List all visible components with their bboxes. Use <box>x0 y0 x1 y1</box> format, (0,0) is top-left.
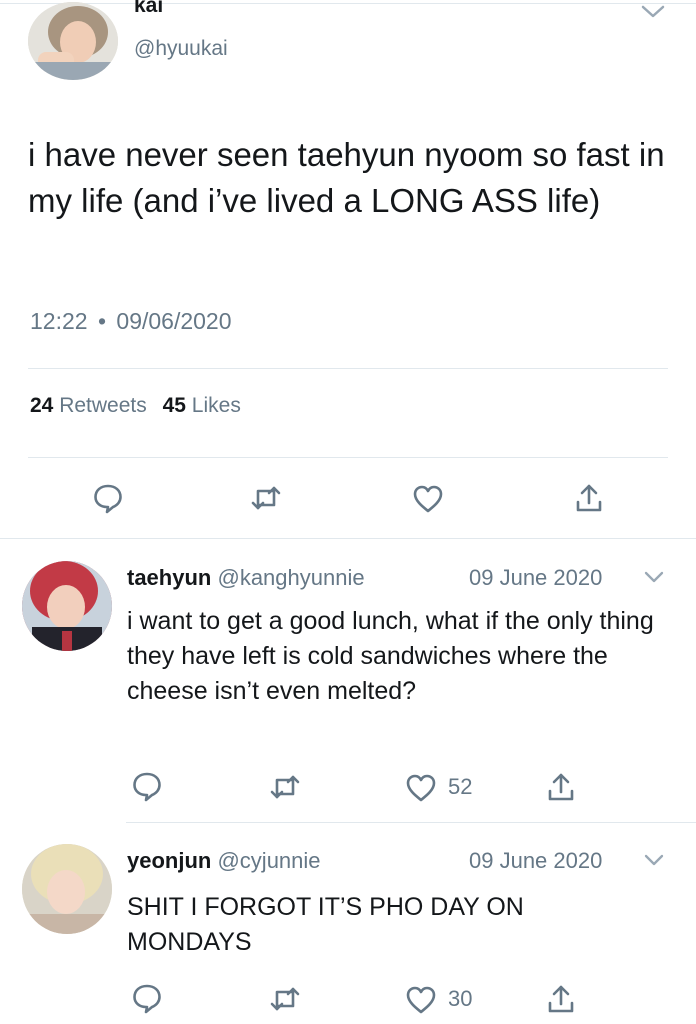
divider <box>28 457 668 458</box>
tweet-timestamp: 12:22 • 09/06/2020 <box>30 306 232 336</box>
tweet-time: 12:22 <box>30 308 88 334</box>
likes-label[interactable]: Likes <box>192 394 241 417</box>
retweet-count[interactable]: 24 <box>30 394 53 417</box>
reply-icon[interactable] <box>92 482 124 514</box>
like-count: 52 <box>448 774 473 799</box>
retweets-label[interactable]: Retweets <box>59 394 147 417</box>
share-icon[interactable] <box>546 983 576 1015</box>
separator-dot: • <box>97 308 107 334</box>
retweet-icon[interactable] <box>268 773 302 801</box>
share-icon[interactable] <box>574 482 604 514</box>
reply-text: i want to get a good lunch, what if the … <box>127 607 654 705</box>
engagement-stats: 24 Retweets 45 Likes <box>30 392 241 420</box>
avatar-yeonjun[interactable] <box>22 844 112 934</box>
reply-header: yeonjun @cyjunnie <box>127 847 321 875</box>
author-handle[interactable]: @hyuukai <box>134 36 228 62</box>
chevron-down-icon[interactable] <box>640 4 666 18</box>
reply-author-name[interactable]: yeonjun <box>127 848 211 873</box>
like-icon[interactable] <box>405 985 437 1015</box>
retweet-icon[interactable] <box>268 985 302 1013</box>
reply-header: taehyun @kanghyunnie <box>127 564 365 592</box>
like-icon[interactable] <box>405 773 437 803</box>
like-count[interactable]: 45 <box>163 394 186 417</box>
reply-date: 09 June 2020 <box>469 565 603 590</box>
retweet-icon[interactable] <box>249 484 283 512</box>
like-icon[interactable] <box>412 484 444 514</box>
top-divider <box>0 3 696 4</box>
reply-text: SHIT I FORGOT IT’S PHO DAY ON MONDAYS <box>127 893 524 956</box>
reply-icon[interactable] <box>131 982 163 1014</box>
reply-icon[interactable] <box>131 770 163 802</box>
tweet-date: 09/06/2020 <box>116 308 232 334</box>
chevron-down-icon[interactable] <box>643 853 665 867</box>
reply-author-handle[interactable]: @cyjunnie <box>217 848 320 873</box>
reply-author-name[interactable]: taehyun <box>127 565 211 590</box>
avatar-taehyun[interactable] <box>22 561 112 651</box>
divider <box>126 822 696 823</box>
divider <box>28 368 668 369</box>
share-icon[interactable] <box>546 771 576 803</box>
chevron-down-icon[interactable] <box>643 570 665 584</box>
avatar-kai[interactable] <box>28 2 118 80</box>
tweet-text: i have never seen taehyun nyoom so fast … <box>28 136 665 219</box>
reply-author-handle[interactable]: @kanghyunnie <box>217 565 364 590</box>
reply-date: 09 June 2020 <box>469 848 603 873</box>
divider <box>0 538 696 539</box>
like-count: 30 <box>448 986 473 1011</box>
author-name[interactable]: kai <box>134 0 163 18</box>
